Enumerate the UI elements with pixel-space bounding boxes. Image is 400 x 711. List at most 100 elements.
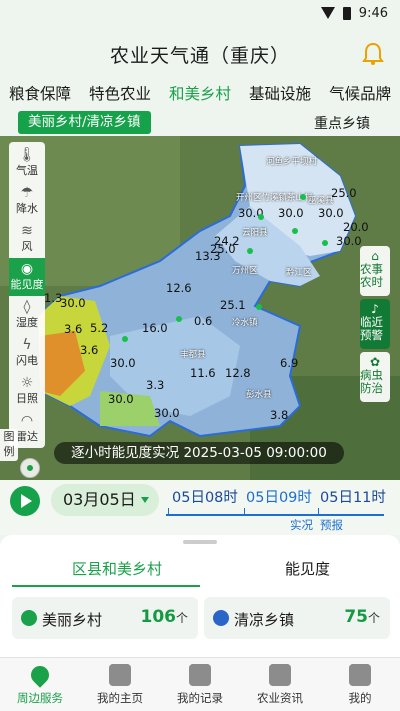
lightning-icon: ϟ [22, 337, 32, 353]
radar-icon: ◠ [20, 413, 34, 429]
map-side-buttons: ⌂ 农事农时 ♪ 临近预警 ✿ 病虫防治 [360, 246, 390, 402]
rain-icon: ☂ [20, 185, 34, 201]
map-value: 3.6 [80, 343, 99, 357]
tool-sunshine[interactable]: ☼ 日照 [9, 372, 45, 410]
nav-home[interactable]: 我的主页 [80, 658, 160, 711]
map-town-label: 云阳县 [242, 228, 268, 238]
legend-toggle[interactable]: 图例 [0, 429, 18, 461]
map-town-label: 冷水镇 [232, 318, 258, 328]
tool-temperature[interactable]: 🌡 气温 [9, 144, 45, 182]
eye-icon: ◉ [20, 261, 34, 277]
map-value: 30.0 [60, 296, 86, 310]
map-value: 30.0 [154, 406, 180, 420]
nav-records[interactable]: 我的记录 [160, 658, 240, 711]
map-value: 11.6 [190, 366, 216, 380]
wifi-icon [320, 7, 335, 19]
map-layer-toolbar: 🌡 气温 ☂ 降水 ≋ 风 ◉ 能见度 ◊ 湿度 ϟ 闪电 ☼ 日照 ◠ 雷达 [9, 142, 45, 448]
map-value: 30.0 [278, 206, 304, 220]
app-header: 农业天气通（重庆） [0, 26, 400, 82]
tab-visibility[interactable]: 能见度 [285, 558, 330, 579]
map-town-label: 黔江区 [286, 268, 312, 278]
map-value: 3.8 [270, 408, 289, 422]
count-unit: 个 [175, 611, 188, 625]
droplet-icon: ◊ [23, 299, 31, 315]
map-value: 12.8 [225, 366, 251, 380]
tab-district-villages[interactable]: 区县和美乡村 [72, 558, 162, 579]
time-slot[interactable]: 05日11时 [320, 486, 386, 507]
station-marker[interactable] [256, 304, 262, 310]
farm-calendar-button[interactable]: ⌂ 农事农时 [360, 246, 390, 296]
count-value: 106 [140, 607, 176, 627]
home-icon [109, 664, 131, 686]
station-marker[interactable] [258, 214, 264, 220]
map-value: 30.0 [336, 234, 362, 248]
nav-nearby-services[interactable]: 周边服务 [0, 658, 80, 711]
tool-precipitation[interactable]: ☂ 降水 [9, 182, 45, 220]
info-panel: 区县和美乡村 能见度 美丽乡村 106个 清凉乡镇 75个 [0, 535, 400, 657]
time-slot[interactable]: 05日08时 [172, 486, 238, 507]
station-marker[interactable] [322, 240, 328, 246]
bell-icon[interactable] [362, 42, 384, 66]
tab-food[interactable]: 粮食保障 [9, 82, 71, 110]
status-time: 9:46 [358, 5, 388, 21]
card-beautiful-village[interactable]: 美丽乡村 106个 [12, 597, 198, 639]
map-value: 12.6 [166, 281, 192, 295]
map-value: 30.0 [318, 206, 344, 220]
nowcast-warning-button[interactable]: ♪ 临近预警 [360, 299, 390, 349]
map-value: 1.3 [44, 291, 63, 305]
map-value: 16.0 [142, 321, 168, 335]
record-icon [189, 664, 211, 686]
timeline-tick [168, 508, 169, 514]
location-icon [27, 662, 53, 688]
timeline-tick [318, 508, 319, 514]
thermometer-icon: 🌡 [18, 147, 36, 163]
live-label: 实况 [290, 518, 313, 532]
news-icon [269, 664, 291, 686]
station-marker[interactable] [247, 248, 253, 254]
date-selector[interactable]: 03月05日 [51, 484, 159, 516]
drag-handle[interactable] [183, 540, 217, 544]
station-marker[interactable] [122, 336, 128, 342]
category-tabs: 粮食保障 特色农业 和美乡村 基础设施 气候品牌 [0, 82, 400, 110]
map-caption: 逐小时能见度实况 2025-03-05 09:00:00 [54, 442, 344, 464]
tab-village[interactable]: 和美乡村 [169, 82, 231, 110]
tool-wind[interactable]: ≋ 风 [9, 220, 45, 258]
time-slot-selected[interactable]: 05日09时 [246, 486, 312, 507]
station-marker[interactable] [300, 194, 306, 200]
bottom-nav: 周边服务 我的主页 我的记录 农业资讯 我的 [0, 657, 400, 711]
count-value: 75 [344, 607, 368, 627]
subtab-key-towns[interactable]: 重点乡镇 [314, 113, 370, 133]
map-town-label: 万州区 [232, 266, 258, 276]
subtab-beautiful-village[interactable]: 美丽乡村/清凉乡镇 [18, 111, 151, 134]
nav-agri-news[interactable]: 农业资讯 [240, 658, 320, 711]
farm-icon: ⌂ [371, 249, 379, 263]
map-value: 5.2 [90, 321, 109, 335]
tool-visibility[interactable]: ◉ 能见度 [9, 258, 45, 296]
map-value: 20.0 [343, 220, 369, 234]
play-button[interactable] [10, 486, 40, 516]
card-cool-town[interactable]: 清凉乡镇 75个 [204, 597, 390, 639]
timeline-bar: 03月05日 05日08时 05日09时 05日11时 实况 预报 [0, 480, 400, 535]
weather-map[interactable]: 25.0 30.0 30.0 30.0 20.0 30.0 24.2 25.0 … [0, 136, 400, 535]
tab-infrastructure[interactable]: 基础设施 [249, 82, 311, 110]
map-value: 30.0 [110, 356, 136, 370]
bug-icon: ✿ [369, 355, 381, 369]
panel-tabs: 区县和美乡村 能见度 [0, 555, 400, 585]
map-value: 25.1 [220, 298, 246, 312]
tab-climate-brand[interactable]: 气候品牌 [329, 82, 391, 110]
map-value: 3.3 [146, 378, 165, 392]
page-title: 农业天气通（重庆） [109, 44, 290, 67]
cool-town-icon [213, 610, 229, 626]
nav-profile[interactable]: 我的 [320, 658, 400, 711]
pest-control-button[interactable]: ✿ 病虫防治 [360, 352, 390, 402]
tab-specialty[interactable]: 特色农业 [89, 82, 151, 110]
tool-humidity[interactable]: ◊ 湿度 [9, 296, 45, 334]
bell-icon: ♪ [371, 302, 379, 316]
station-marker[interactable] [176, 316, 182, 322]
locate-icon[interactable] [20, 458, 40, 478]
village-icon [21, 610, 37, 626]
station-marker[interactable] [292, 228, 298, 234]
map-value: 25.0 [331, 186, 357, 200]
timeline-track[interactable] [166, 514, 384, 516]
tool-lightning[interactable]: ϟ 闪电 [9, 334, 45, 372]
